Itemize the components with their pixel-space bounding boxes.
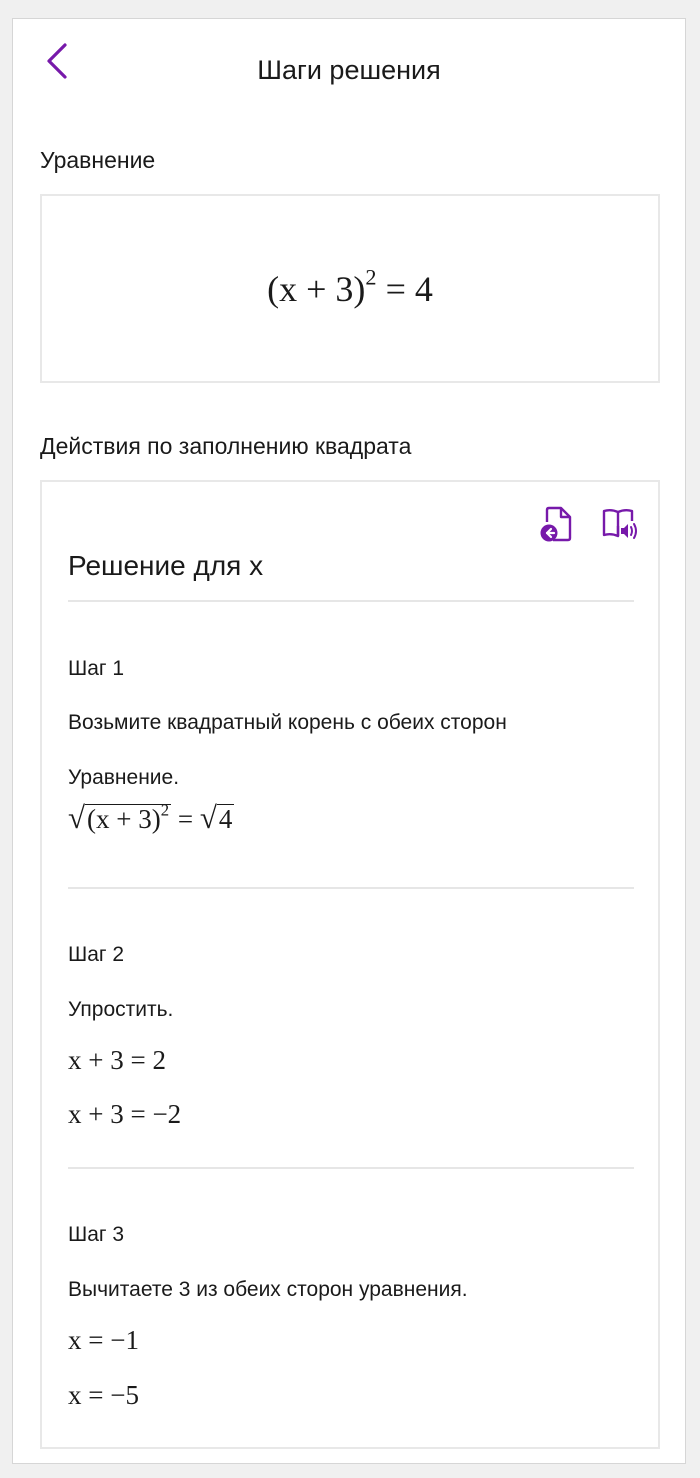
step-1-description-cont: Уравнение. xyxy=(68,766,180,789)
equation-label: Уравнение xyxy=(40,147,156,173)
step-1-equation: √ (x + 3)2 = √ 4 xyxy=(68,800,235,835)
solution-title: Решение для x xyxy=(68,550,264,581)
read-aloud-button[interactable] xyxy=(598,502,642,546)
step-2-equation-2: x + 3 = −2 xyxy=(68,1099,182,1129)
radical-sign: √ xyxy=(199,800,217,835)
sqrt-expression: √ 4 xyxy=(200,802,235,833)
step-1-radicand: (x + 3) xyxy=(87,803,161,834)
equation-display: (x + 3)2 = 4 xyxy=(42,266,658,310)
method-label: Действия по заполнению квадрата xyxy=(40,433,412,459)
step-3-equation-1: x = −1 xyxy=(68,1325,139,1355)
solution-card: Решение для x Шаг 1 Возьмите квадратный … xyxy=(40,480,660,1449)
equation-rhs: = 4 xyxy=(385,269,433,309)
insert-steps-button[interactable] xyxy=(534,502,578,546)
equation-exponent: 2 xyxy=(365,264,377,290)
divider xyxy=(68,600,634,602)
step-3-label: Шаг 3 xyxy=(68,1223,125,1246)
solution-steps-panel: Шаги решения Уравнение (x + 3)2 = 4 Дейс… xyxy=(12,18,686,1464)
divider xyxy=(68,887,634,889)
step-3-description: Вычитаете 3 из обеих сторон уравнения. xyxy=(68,1278,468,1301)
sqrt-expression: √ (x + 3)2 xyxy=(68,800,172,835)
page-title: Шаги решения xyxy=(257,55,441,85)
step-1-label: Шаг 1 xyxy=(68,657,125,680)
immersive-reader-icon xyxy=(602,509,637,539)
step-2-equation-1: x + 3 = 2 xyxy=(68,1045,166,1075)
step-1-description: Возьмите квадратный корень с обеих сторо… xyxy=(68,711,507,734)
step-3-equation-2: x = −5 xyxy=(68,1380,139,1410)
equation-lhs: (x + 3) xyxy=(267,269,366,309)
step-1-exponent: 2 xyxy=(160,800,170,820)
document-insert-icon xyxy=(540,506,572,542)
step-1-rhs-radicand: 4 xyxy=(216,803,235,834)
radical-sign: √ xyxy=(68,800,86,835)
divider xyxy=(68,1167,634,1169)
step-2-label: Шаг 2 xyxy=(68,943,125,966)
step-2-description: Упростить. xyxy=(68,998,174,1021)
step-1-equals: = xyxy=(177,804,194,834)
equation-card: (x + 3)2 = 4 xyxy=(40,194,660,383)
